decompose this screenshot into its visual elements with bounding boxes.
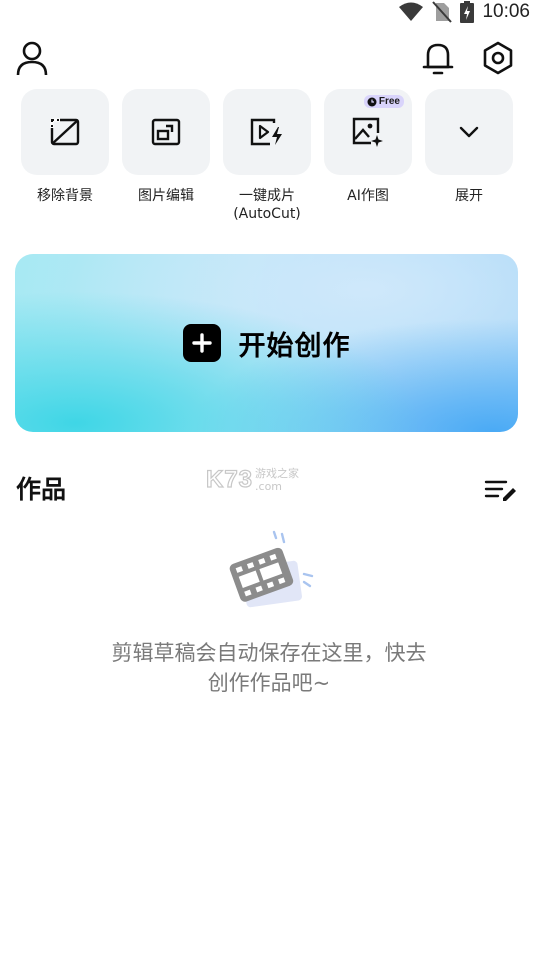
- settings-hexagon-icon: [483, 41, 513, 75]
- battery-charging-icon: [460, 1, 475, 23]
- bell-icon: [422, 43, 454, 75]
- start-creating-card[interactable]: 开始创作: [15, 254, 518, 432]
- status-icons: 10:06: [398, 0, 530, 24]
- no-sim-icon: [432, 1, 453, 23]
- list-edit-icon: [484, 480, 516, 501]
- user-icon: [16, 41, 48, 76]
- plus-icon: [182, 324, 221, 362]
- image-edit-icon: [151, 118, 181, 146]
- quick-tools: 移除背景 图片编辑 一键成片 (AutoCut) Free AI作图 展开: [21, 89, 513, 223]
- empty-state-line2: 创作作品吧~: [207, 671, 331, 695]
- status-bar: 10:06: [0, 0, 538, 24]
- tool-autocut-tile[interactable]: [223, 89, 311, 175]
- settings-button[interactable]: [478, 38, 518, 78]
- watermark-logo-text: K73: [205, 465, 254, 493]
- tool-label: 移除背景: [37, 188, 93, 204]
- tool-image-edit[interactable]: 图片编辑: [122, 89, 210, 223]
- works-title: 作品: [16, 475, 67, 504]
- watermark-logo: K73 游戏之家 .com: [205, 465, 299, 494]
- watermark-line1: 游戏之家: [255, 467, 300, 480]
- tool-image-edit-tile[interactable]: [122, 89, 210, 175]
- start-creating-label: 开始创作: [238, 330, 351, 362]
- tool-expand[interactable]: 展开: [425, 89, 513, 223]
- watermark-text: 游戏之家 .com: [255, 467, 299, 493]
- tool-ai-image[interactable]: Free AI作图: [324, 89, 412, 223]
- notifications-button[interactable]: [418, 38, 458, 78]
- tool-label: 展开: [455, 188, 483, 204]
- autocut-icon: [250, 118, 282, 146]
- start-creating-content: 开始创作: [182, 324, 351, 363]
- manage-works-button[interactable]: [484, 476, 518, 504]
- tool-label: 一键成片 (AutoCut): [233, 188, 301, 222]
- tool-label: AI作图: [347, 188, 389, 204]
- empty-state-line1: 剪辑草稿会自动保存在这里，快去: [111, 641, 427, 665]
- ai-image-icon: [352, 117, 383, 147]
- chevron-down-icon: [459, 126, 479, 138]
- tool-expand-tile[interactable]: [425, 89, 513, 175]
- tool-label: 图片编辑: [138, 188, 194, 204]
- top-bar: [0, 36, 538, 84]
- wifi-icon: [399, 2, 424, 21]
- profile-button[interactable]: [12, 38, 52, 78]
- free-badge-label: Free: [378, 96, 400, 107]
- clock-icon: [367, 97, 377, 106]
- status-time: 10:06: [482, 1, 530, 22]
- free-badge: Free: [363, 95, 404, 108]
- tool-autocut[interactable]: 一键成片 (AutoCut): [223, 89, 311, 223]
- film-illustration-icon: [229, 530, 314, 608]
- tool-remove-background[interactable]: 移除背景: [21, 89, 109, 223]
- remove-background-icon: [50, 118, 80, 146]
- watermark-line2: .com: [255, 480, 283, 493]
- tool-ai-image-tile[interactable]: Free: [324, 89, 412, 175]
- empty-state-message: 剪辑草稿会自动保存在这里，快去 创作作品吧~: [0, 638, 538, 698]
- tool-remove-background-tile[interactable]: [21, 89, 109, 175]
